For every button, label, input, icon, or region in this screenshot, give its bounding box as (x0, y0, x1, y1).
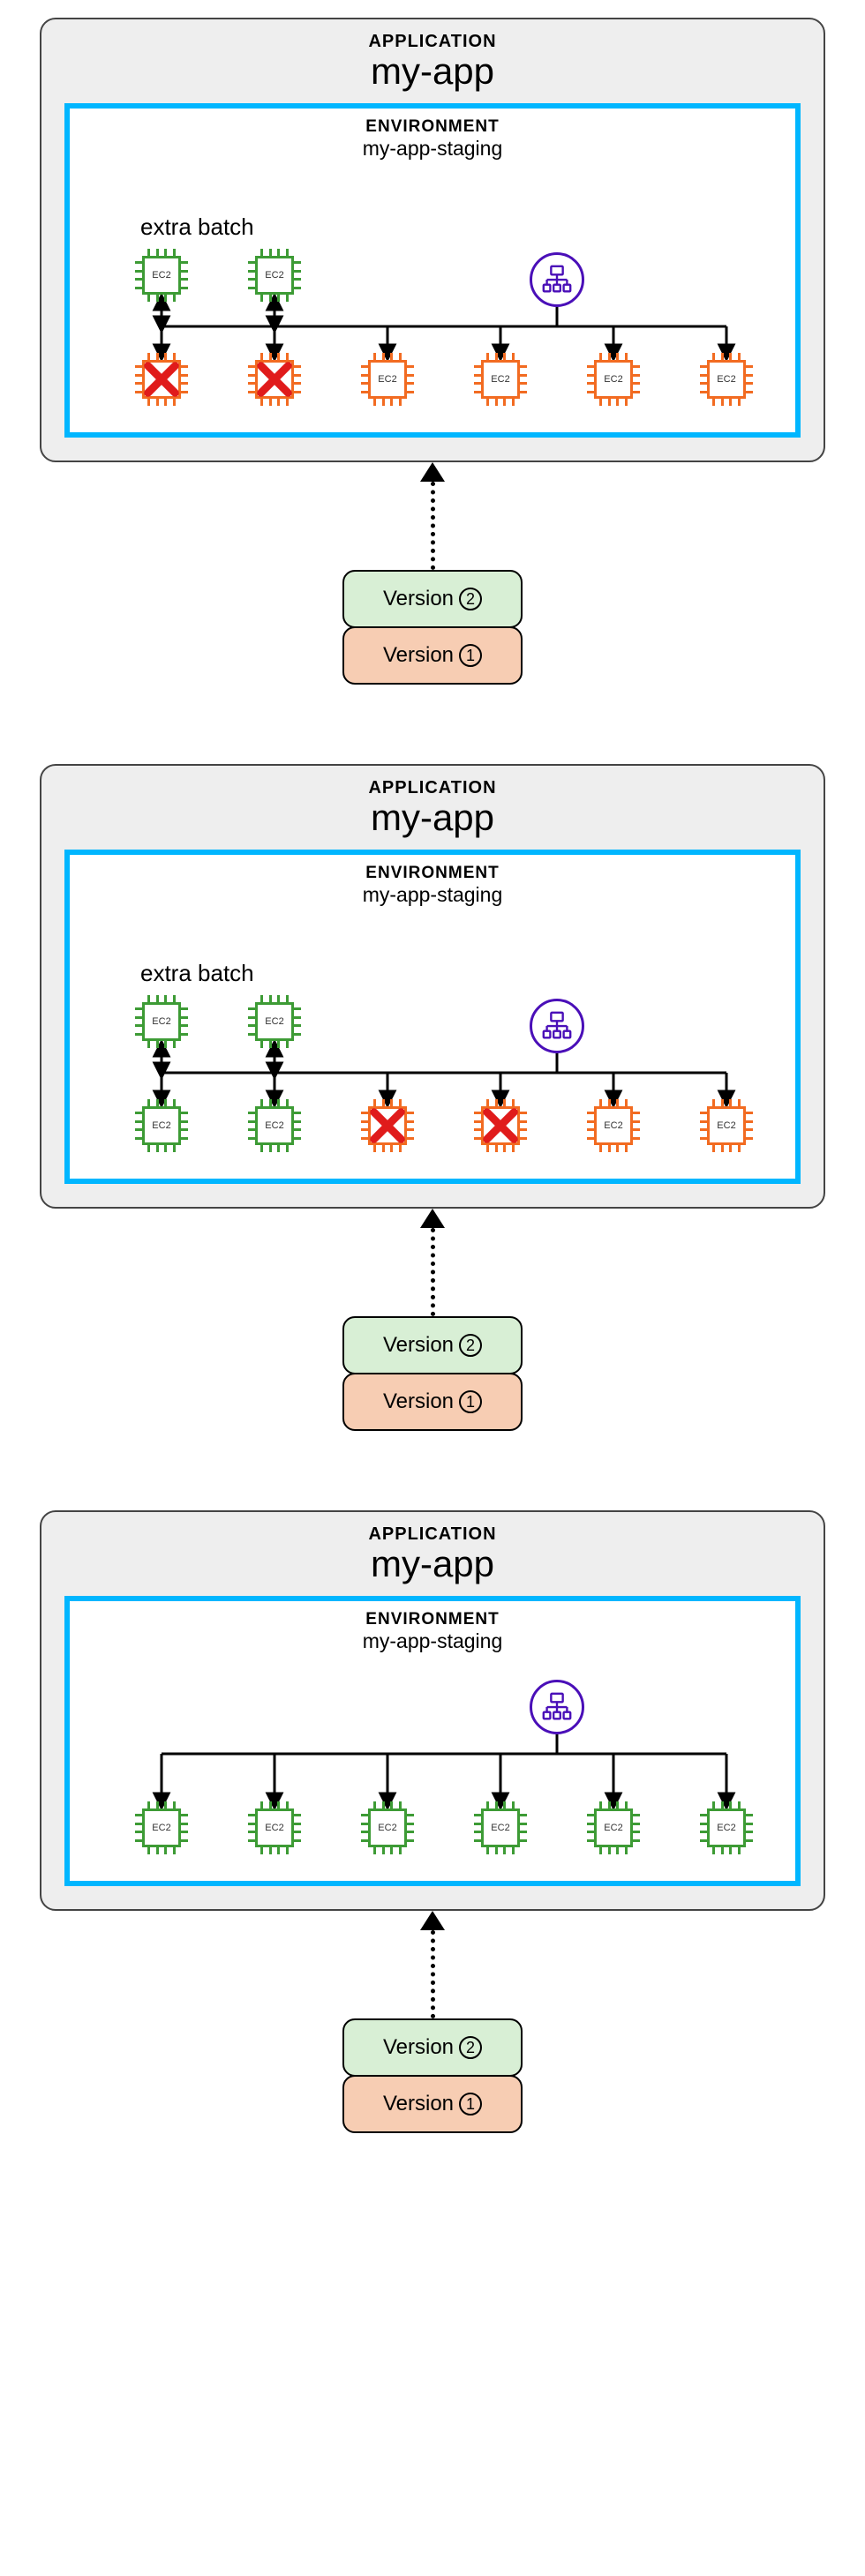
deployment-step-3: APPLICATION my-app ENVIRONMENT my-app-st… (18, 1510, 847, 2133)
environment-panel: ENVIRONMENT my-app-staging extra batch (64, 103, 801, 438)
version-label: Version (383, 2035, 454, 2060)
ec2-instance: EC2 (587, 1099, 640, 1152)
application-name: my-app (64, 797, 801, 839)
version-2-box: Version 2 (342, 570, 523, 628)
ec2-instance: EC2 (248, 249, 301, 302)
ec2-instance (474, 1099, 527, 1152)
ec2-instance: EC2 (587, 1801, 640, 1854)
version-number: 2 (459, 588, 482, 610)
ec2-label: EC2 (255, 1808, 294, 1847)
version-label: Version (383, 1333, 454, 1358)
application-panel: APPLICATION my-app ENVIRONMENT my-app-st… (40, 1510, 825, 1911)
application-panel: APPLICATION my-app ENVIRONMENT my-app-st… (40, 764, 825, 1209)
version-number: 2 (459, 1334, 482, 1357)
ec2-instance: EC2 (361, 1801, 414, 1854)
version-number: 2 (459, 2036, 482, 2059)
application-label: APPLICATION (64, 32, 801, 52)
ec2-instance: EC2 (700, 1801, 753, 1854)
ec2-label: EC2 (481, 1808, 520, 1847)
version-number: 1 (459, 1390, 482, 1413)
ec2-label: EC2 (707, 1106, 746, 1145)
ec2-label: EC2 (594, 360, 633, 399)
ec2-instance: EC2 (248, 1099, 301, 1152)
environment-panel: ENVIRONMENT my-app-staging (64, 1596, 801, 1886)
application-name: my-app (64, 1543, 801, 1585)
load-balancer-icon (530, 1680, 584, 1734)
ec2-label: EC2 (142, 256, 181, 295)
version-label: Version (383, 643, 454, 668)
ec2-instance: EC2 (248, 995, 301, 1048)
environment-name: my-app-staging (91, 883, 774, 907)
version-2-box: Version 2 (342, 2018, 523, 2077)
environment-name: my-app-staging (91, 1629, 774, 1653)
ec2-label (142, 360, 181, 399)
version-2-box: Version 2 (342, 1316, 523, 1374)
application-label: APPLICATION (64, 778, 801, 798)
ec2-label: EC2 (481, 360, 520, 399)
ec2-instance: EC2 (135, 995, 188, 1048)
ec2-label: EC2 (368, 360, 407, 399)
deploy-arrow (420, 462, 445, 570)
ec2-instance: EC2 (474, 353, 527, 406)
deployment-step-2: APPLICATION my-app ENVIRONMENT my-app-st… (18, 764, 847, 1431)
ec2-label: EC2 (255, 256, 294, 295)
version-number: 1 (459, 2093, 482, 2115)
version-1-box: Version 1 (342, 626, 523, 685)
version-stack: Version 2 Version 1 (342, 570, 523, 685)
ec2-label: EC2 (255, 1106, 294, 1145)
version-1-box: Version 1 (342, 1373, 523, 1431)
ec2-label: EC2 (368, 1808, 407, 1847)
ec2-label (368, 1106, 407, 1145)
ec2-instance (361, 1099, 414, 1152)
application-label: APPLICATION (64, 1524, 801, 1545)
version-label: Version (383, 2092, 454, 2116)
ec2-label: EC2 (142, 1808, 181, 1847)
ec2-label: EC2 (142, 1106, 181, 1145)
ec2-instance: EC2 (135, 1099, 188, 1152)
ec2-instance: EC2 (361, 353, 414, 406)
application-name: my-app (64, 50, 801, 93)
version-label: Version (383, 1389, 454, 1414)
ec2-instance: EC2 (135, 249, 188, 302)
version-number: 1 (459, 644, 482, 667)
ec2-instance: EC2 (700, 1099, 753, 1152)
ec2-instance: EC2 (248, 1801, 301, 1854)
extra-batch-label: extra batch (140, 960, 254, 987)
ec2-label (481, 1106, 520, 1145)
ec2-instance: EC2 (587, 353, 640, 406)
ec2-label: EC2 (142, 1002, 181, 1041)
environment-name: my-app-staging (91, 137, 774, 161)
ec2-instance: EC2 (700, 353, 753, 406)
ec2-label: EC2 (707, 1808, 746, 1847)
version-stack: Version 2 Version 1 (342, 1316, 523, 1431)
ec2-label: EC2 (255, 1002, 294, 1041)
ec2-label: EC2 (594, 1106, 633, 1145)
version-stack: Version 2 Version 1 (342, 2018, 523, 2133)
ec2-instance (135, 353, 188, 406)
ec2-label: EC2 (594, 1808, 633, 1847)
load-balancer-icon (530, 999, 584, 1053)
load-balancer-icon (530, 252, 584, 307)
ec2-label: EC2 (707, 360, 746, 399)
extra-batch-label: extra batch (140, 213, 254, 241)
ec2-instance: EC2 (474, 1801, 527, 1854)
deployment-step-1: APPLICATION my-app ENVIRONMENT my-app-st… (18, 18, 847, 685)
environment-label: ENVIRONMENT (91, 117, 774, 137)
deploy-arrow (420, 1209, 445, 1316)
ec2-instance: EC2 (135, 1801, 188, 1854)
version-1-box: Version 1 (342, 2075, 523, 2133)
version-label: Version (383, 587, 454, 611)
environment-panel: ENVIRONMENT my-app-staging extra batch (64, 850, 801, 1184)
ec2-instance (248, 353, 301, 406)
deploy-arrow (420, 1911, 445, 2018)
application-panel: APPLICATION my-app ENVIRONMENT my-app-st… (40, 18, 825, 462)
environment-label: ENVIRONMENT (91, 1610, 774, 1629)
ec2-label (255, 360, 294, 399)
environment-label: ENVIRONMENT (91, 864, 774, 883)
